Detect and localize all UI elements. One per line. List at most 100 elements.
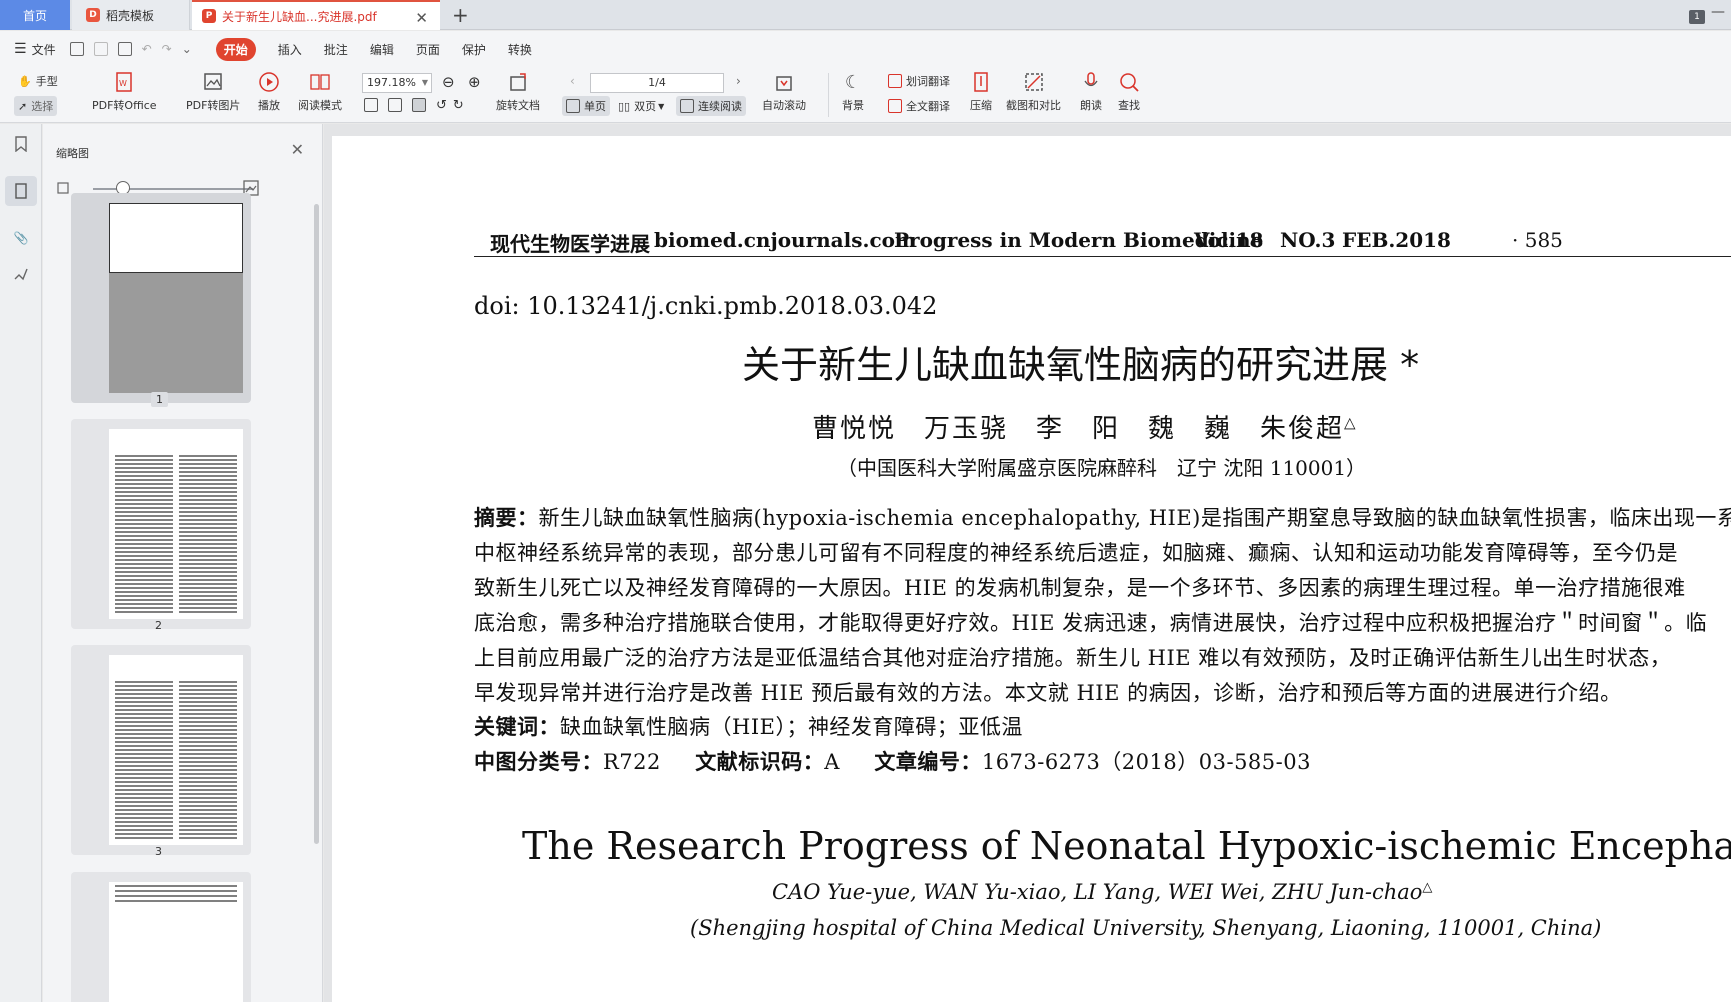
auto-scroll-button[interactable]: 自动滚动 bbox=[762, 71, 806, 113]
prev-page-icon[interactable]: ‹ bbox=[570, 74, 575, 88]
menu-page[interactable]: 页面 bbox=[416, 41, 440, 58]
fit-page-icon[interactable] bbox=[388, 98, 402, 112]
word-translate-button[interactable]: 划词翻译 bbox=[888, 73, 950, 89]
menu-convert[interactable]: 转换 bbox=[508, 41, 532, 58]
thumbnail-panel: 缩略图 ✕ 1 2 3 bbox=[43, 124, 323, 1002]
signature-icon[interactable] bbox=[11, 264, 31, 284]
pdf-to-image-label: PDF转图片 bbox=[186, 99, 241, 112]
word-translate-icon bbox=[888, 74, 902, 88]
abstract-line-3: 致新生儿死亡以及神经发育障碍的一大原因。HIE 的发病机制复杂，是一个多环节、多… bbox=[474, 576, 1686, 600]
double-page-icon: ▯▯ bbox=[618, 99, 631, 113]
background-button[interactable]: ☾ 背景 bbox=[842, 71, 864, 113]
thumbnail-panel-icon[interactable] bbox=[11, 181, 31, 201]
pdf-to-office-button[interactable]: W PDF转Office bbox=[92, 71, 157, 113]
continuous-read-button[interactable]: 连续阅读 bbox=[676, 96, 746, 116]
hand-tool[interactable]: ✋ 手型 bbox=[18, 73, 58, 89]
double-page-label: 双页 bbox=[634, 100, 657, 113]
fit-width-icon[interactable] bbox=[412, 98, 426, 112]
menu-protect[interactable]: 保护 bbox=[462, 41, 486, 58]
screenshot-compare-button[interactable]: 截图和对比 bbox=[1006, 71, 1061, 113]
page-header: 现代生物医学进展 biomed.cnjournals.com Progress … bbox=[472, 228, 1731, 256]
save-icon[interactable] bbox=[93, 42, 108, 56]
compress-button[interactable]: 压缩 bbox=[970, 71, 992, 113]
read-aloud-button[interactable]: 朗读 bbox=[1080, 71, 1102, 113]
select-tool[interactable]: ➚ 选择 bbox=[14, 96, 58, 116]
doc-code-label: 文献标识码： bbox=[695, 750, 825, 774]
search-label: 查找 bbox=[1118, 99, 1140, 112]
double-page-button[interactable]: ▯▯ 双页 ▼ bbox=[618, 98, 664, 114]
close-icon[interactable]: ✕ bbox=[291, 140, 304, 159]
thumbnail-scrollbar[interactable] bbox=[314, 204, 319, 844]
read-mode-label: 阅读模式 bbox=[298, 99, 342, 112]
abstract-line-4: 底治愈，需多种治疗措施联合使用，才能取得更好疗效。HIE 发病迅速，病情进展快，… bbox=[474, 611, 1708, 635]
menu-insert[interactable]: 插入 bbox=[278, 41, 302, 58]
rotate-right-icon[interactable]: ↻ bbox=[453, 98, 464, 113]
small-thumbnail-icon[interactable] bbox=[57, 182, 69, 197]
bookmark-icon[interactable] bbox=[11, 134, 31, 154]
screenshot-compare-label: 截图和对比 bbox=[1006, 99, 1061, 112]
rotate-left-icon[interactable]: ↺ bbox=[436, 98, 447, 113]
doc-code-value: A bbox=[824, 750, 840, 774]
full-translate-icon bbox=[888, 99, 902, 113]
menu-edit[interactable]: 编辑 bbox=[370, 41, 394, 58]
svg-text:W: W bbox=[119, 79, 127, 88]
thumbnail-image-3 bbox=[109, 655, 243, 845]
page-number-input[interactable]: 1/4 bbox=[590, 73, 724, 93]
document-viewer: 现代生物医学进展 biomed.cnjournals.com Progress … bbox=[324, 124, 1731, 1002]
new-tab-icon[interactable]: + bbox=[452, 3, 469, 27]
zoom-out-icon[interactable]: ⊖ bbox=[442, 73, 455, 91]
book-icon bbox=[309, 71, 331, 93]
print-icon[interactable] bbox=[117, 42, 132, 56]
zoom-select[interactable]: 197.18% ▼ bbox=[362, 73, 432, 93]
authors-en-names: CAO Yue-yue, WAN Yu-xiao, LI Yang, WEI W… bbox=[772, 880, 1423, 904]
tab-template-label: 稻壳模板 bbox=[106, 8, 155, 23]
window-count-badge[interactable]: 1 bbox=[1689, 10, 1705, 24]
menu-annotate[interactable]: 批注 bbox=[324, 41, 348, 58]
left-icon-rail: 📎 bbox=[0, 124, 42, 1002]
full-translate-button[interactable]: 全文翻译 bbox=[888, 98, 950, 114]
hand-tool-label: 手型 bbox=[35, 75, 58, 88]
search-button[interactable]: 查找 bbox=[1118, 71, 1140, 113]
rotate-document-button[interactable]: 旋转文档 bbox=[496, 71, 540, 113]
abstract-line-2: 中枢神经系统异常的表现，部分患儿可留有不同程度的神经系统后遗症，如脑瘫、癫痫、认… bbox=[474, 541, 1678, 565]
undo-icon[interactable]: ↶ bbox=[142, 42, 152, 56]
quick-access: ↶ ↷ ⌄ bbox=[69, 42, 202, 56]
authors-cn-names: 曹悦悦 万玉骁 李 阳 魏 巍 朱俊超 bbox=[812, 414, 1345, 444]
thumbnail-page-1[interactable] bbox=[71, 193, 251, 403]
microphone-icon bbox=[1080, 71, 1102, 93]
pdf-to-image-button[interactable]: PDF转图片 bbox=[186, 71, 240, 113]
doi: doi: 10.13241/j.cnki.pmb.2018.03.042 bbox=[474, 292, 938, 320]
file-menu-label: 文件 bbox=[31, 42, 56, 57]
tab-pdf-document[interactable]: P 关于新生儿缺血...究进展.pdf ✕ bbox=[192, 0, 440, 30]
actual-size-icon[interactable] bbox=[364, 98, 378, 112]
read-mode-button[interactable]: 阅读模式 bbox=[298, 71, 342, 113]
thumbnail-page-3[interactable] bbox=[71, 645, 251, 855]
zoom-in-icon[interactable]: ⊕ bbox=[468, 73, 481, 91]
rotate-document-label: 旋转文档 bbox=[496, 99, 540, 112]
hamburger-icon: ☰ bbox=[14, 41, 27, 57]
single-page-button[interactable]: 单页 bbox=[562, 96, 610, 116]
thumbnail-label-3: 3 bbox=[155, 845, 162, 858]
tab-home-label: 首页 bbox=[22, 8, 47, 23]
thumbnail-panel-title: 缩略图 bbox=[56, 147, 89, 160]
tab-home[interactable]: 首页 bbox=[0, 0, 70, 30]
thumbnail-page-2[interactable] bbox=[71, 419, 251, 629]
close-tab-icon[interactable]: ✕ bbox=[415, 9, 428, 27]
redo-icon[interactable]: ↷ bbox=[162, 42, 172, 56]
title-cn: 关于新生儿缺血缺氧性脑病的研究进展 * bbox=[742, 343, 1420, 387]
thumbnail-page-4[interactable] bbox=[71, 872, 251, 1002]
minimize-icon[interactable]: — bbox=[1711, 4, 1725, 20]
file-menu[interactable]: ☰ 文件 bbox=[14, 41, 56, 58]
customize-chevron-icon[interactable]: ⌄ bbox=[182, 42, 192, 56]
abstract-line-6: 早发现异常并进行治疗是改善 HIE 预后最有效的方法。本文就 HIE 的病因，诊… bbox=[474, 681, 1622, 705]
menu-start[interactable]: 开始 bbox=[215, 37, 256, 61]
rotate-document-icon bbox=[507, 71, 529, 93]
compress-icon bbox=[970, 71, 992, 93]
attachment-icon[interactable]: 📎 bbox=[11, 228, 31, 248]
next-page-icon[interactable]: › bbox=[736, 74, 741, 88]
tab-template[interactable]: D 稻壳模板 bbox=[72, 0, 190, 30]
open-folder-icon[interactable] bbox=[69, 42, 84, 56]
auto-scroll-label: 自动滚动 bbox=[762, 99, 806, 112]
play-button[interactable]: 播放 bbox=[258, 71, 280, 113]
play-label: 播放 bbox=[258, 99, 280, 112]
